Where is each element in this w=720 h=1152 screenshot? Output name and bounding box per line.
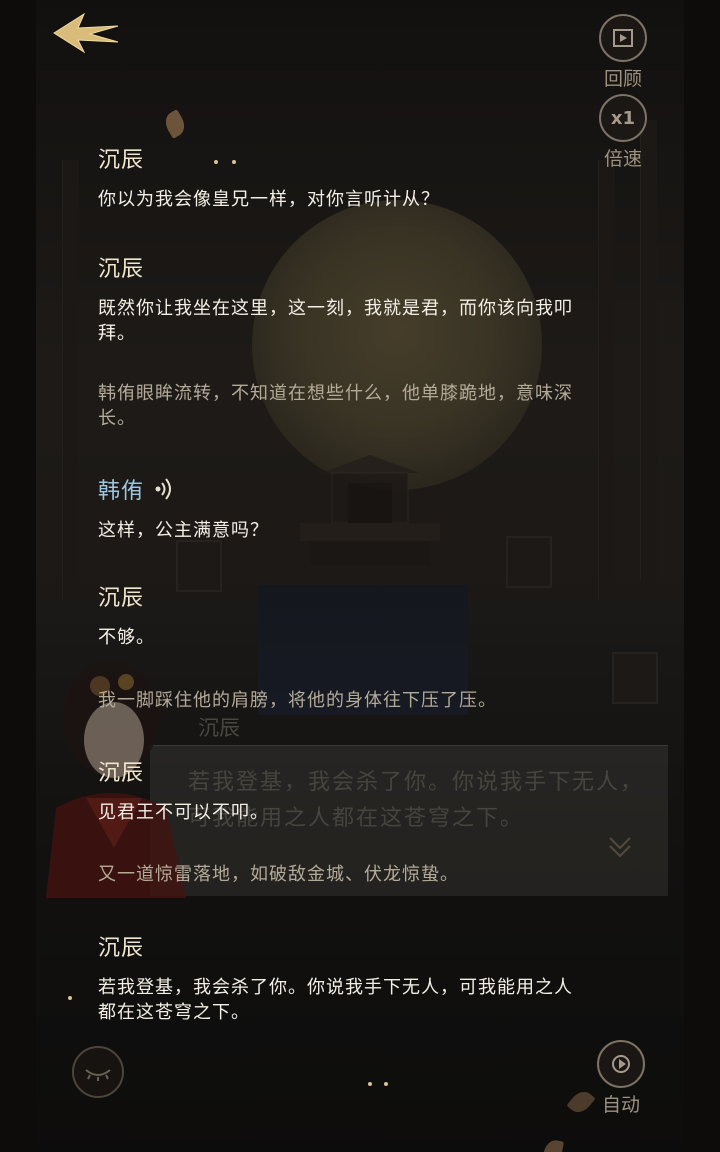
hide-ui-button[interactable] xyxy=(72,1046,124,1098)
log-entry: 沉辰 见君王不可以不叩。 xyxy=(98,755,608,825)
dialogue-text: 不够。 xyxy=(98,627,155,648)
log-entry: 又一道惊雷落地，如破敌金城、伏龙惊蛰。 xyxy=(98,862,608,887)
speaker-name: 沉辰 xyxy=(98,936,145,961)
speaker-name: 沉辰 xyxy=(98,586,145,611)
back-arrow-icon[interactable] xyxy=(50,10,122,56)
closed-eye-icon xyxy=(85,1069,111,1081)
speaker-name-text: 韩侑 xyxy=(98,479,145,504)
voice-replay-icon[interactable] xyxy=(154,477,174,501)
log-entry: 韩侑 这样，公主满意吗？ xyxy=(98,473,608,543)
log-entry: 沉辰 不够。 xyxy=(98,580,608,650)
speaker-name: 韩侑 xyxy=(98,473,608,505)
sparkle xyxy=(68,996,72,1000)
log-entry: 沉辰 既然你让我坐在这里，这一刻，我就是君，而你该向我叩拜。 xyxy=(98,251,608,346)
dialogue-text: 你以为我会像皇兄一样，对你言听计从？ xyxy=(98,189,440,210)
log-entry: 沉辰 你以为我会像皇兄一样，对你言听计从？ xyxy=(98,142,608,212)
review-label: 回顾 xyxy=(603,68,642,90)
speaker-name: 沉辰 xyxy=(98,257,145,282)
sparkle xyxy=(384,1082,388,1086)
speed-value: x1 xyxy=(599,94,647,142)
dialogue-text: 若我登基，我会杀了你。你说我手下无人，可我能用之人都在这苍穹之下。 xyxy=(98,977,573,1023)
auto-button[interactable]: 自动 xyxy=(588,1040,654,1117)
dialogue-text: 这样，公主满意吗？ xyxy=(98,520,269,541)
letterbox-left xyxy=(0,0,36,1152)
narration-text: 韩侑眼眸流转，不知道在想些什么，他单膝跪地，意味深长。 xyxy=(98,383,573,429)
auto-play-icon xyxy=(597,1040,645,1088)
log-entry: 我一脚踩住他的肩膀，将他的身体往下压了压。 xyxy=(98,688,608,713)
sparkle xyxy=(368,1082,372,1086)
dialogue-text: 既然你让我坐在这里，这一刻，我就是君，而你该向我叩拜。 xyxy=(98,298,573,344)
speaker-name: 沉辰 xyxy=(98,761,145,786)
auto-label: 自动 xyxy=(601,1094,640,1116)
narration-text: 我一脚踩住他的肩膀，将他的身体往下压了压。 xyxy=(98,690,497,711)
log-entry: 韩侑眼眸流转，不知道在想些什么，他单膝跪地，意味深长。 xyxy=(98,381,608,431)
narration-text: 又一道惊雷落地，如破敌金城、伏龙惊蛰。 xyxy=(98,864,459,885)
dialogue-text: 见君王不可以不叩。 xyxy=(98,802,269,823)
review-icon xyxy=(599,14,647,62)
letterbox-right xyxy=(684,0,720,1152)
review-button[interactable]: 回顾 xyxy=(590,14,656,91)
speaker-name: 沉辰 xyxy=(98,148,145,173)
log-entry: 沉辰 若我登基，我会杀了你。你说我手下无人，可我能用之人都在这苍穹之下。 xyxy=(98,930,608,1025)
